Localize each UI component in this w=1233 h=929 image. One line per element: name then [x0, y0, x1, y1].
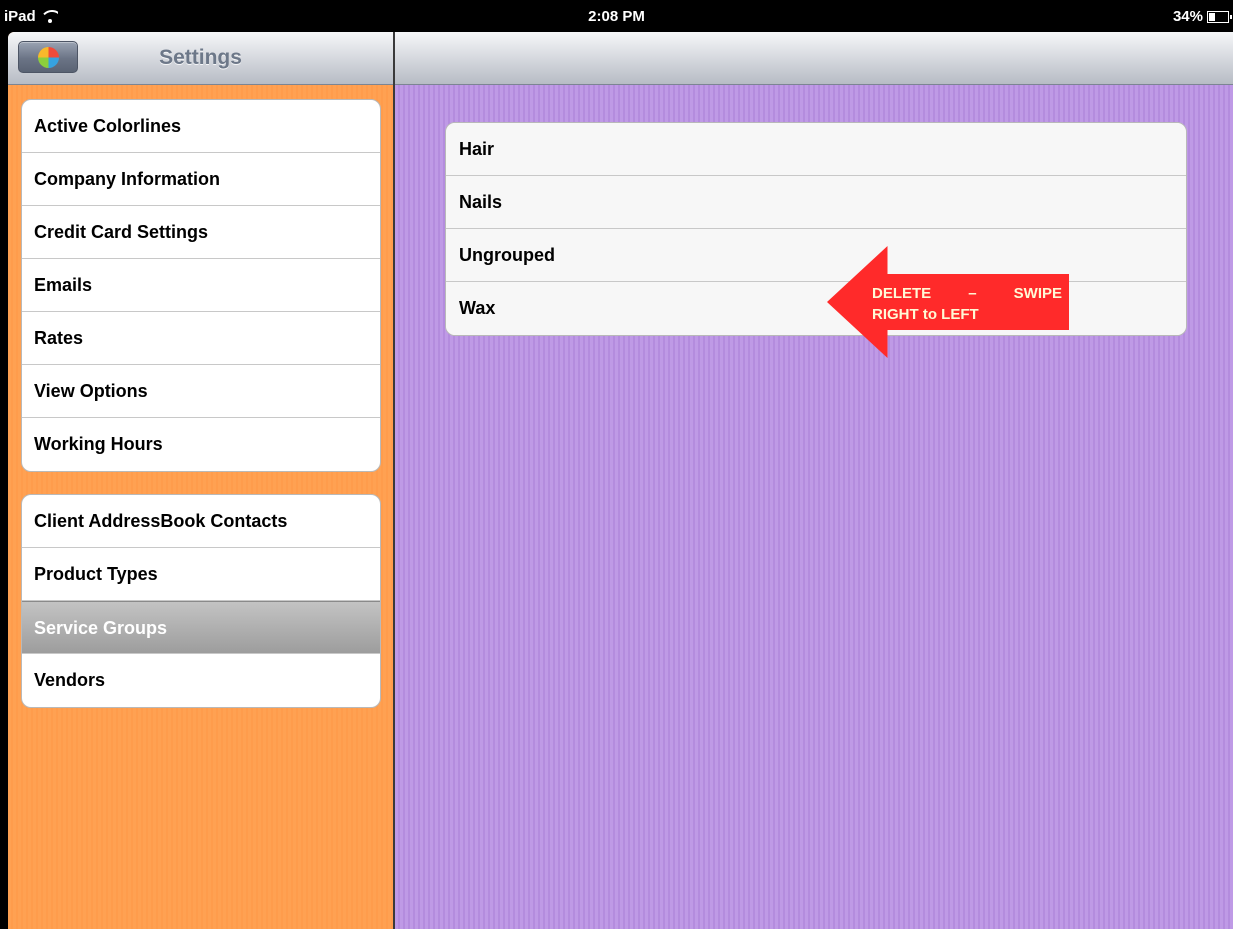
service-group-nails[interactable]: Nails	[446, 176, 1186, 229]
settings-item-product-types[interactable]: Product Types	[22, 548, 380, 601]
status-bar: iPad 2:08 PM 34%	[0, 0, 1233, 32]
service-groups-list: Hair Nails Ungrouped Wax	[445, 122, 1187, 336]
settings-group-general: Active Colorlines Company Information Cr…	[21, 99, 381, 472]
settings-navigation-bar: Settings	[8, 32, 393, 85]
app-menu-button[interactable]	[18, 41, 78, 73]
app-logo-icon	[38, 47, 59, 68]
settings-item-view-options[interactable]: View Options	[22, 365, 380, 418]
settings-panel: Settings Active Colorlines Company Infor…	[8, 32, 393, 929]
settings-item-active-colorlines[interactable]: Active Colorlines	[22, 100, 380, 153]
settings-item-working-hours[interactable]: Working Hours	[22, 418, 380, 471]
detail-panel: Hair Nails Ungrouped Wax	[395, 32, 1233, 929]
settings-item-company-information[interactable]: Company Information	[22, 153, 380, 206]
service-group-wax[interactable]: Wax	[446, 282, 1186, 335]
battery-icon	[1207, 10, 1232, 23]
annotation-line-1: DELETE – SWIPE	[872, 283, 1062, 304]
settings-item-client-addressbook-contacts[interactable]: Client AddressBook Contacts	[22, 495, 380, 548]
settings-group-lists: Client AddressBook Contacts Product Type…	[21, 494, 381, 708]
status-right: 34%	[1172, 8, 1232, 25]
settings-item-rates[interactable]: Rates	[22, 312, 380, 365]
annotation-swipe-word: SWIPE	[1013, 285, 1062, 302]
settings-item-service-groups[interactable]: Service Groups	[22, 601, 380, 654]
settings-item-credit-card-settings[interactable]: Credit Card Settings	[22, 206, 380, 259]
annotation-dash: –	[968, 285, 977, 302]
settings-item-emails[interactable]: Emails	[22, 259, 380, 312]
battery-percent: 34%	[1172, 8, 1203, 25]
annotation-delete-word: DELETE	[872, 285, 932, 302]
status-time: 2:08 PM	[588, 8, 645, 25]
service-group-hair[interactable]: Hair	[446, 123, 1186, 176]
settings-title: Settings	[159, 46, 242, 69]
service-group-ungrouped[interactable]: Ungrouped	[446, 229, 1186, 282]
annotation-text: DELETE – SWIPE RIGHT to LEFT	[872, 283, 1062, 325]
annotation-line-2: RIGHT to LEFT	[872, 306, 979, 323]
swipe-to-delete-annotation: DELETE – SWIPE RIGHT to LEFT	[827, 246, 1069, 358]
settings-item-vendors[interactable]: Vendors	[22, 654, 380, 707]
detail-navigation-bar	[395, 32, 1233, 85]
